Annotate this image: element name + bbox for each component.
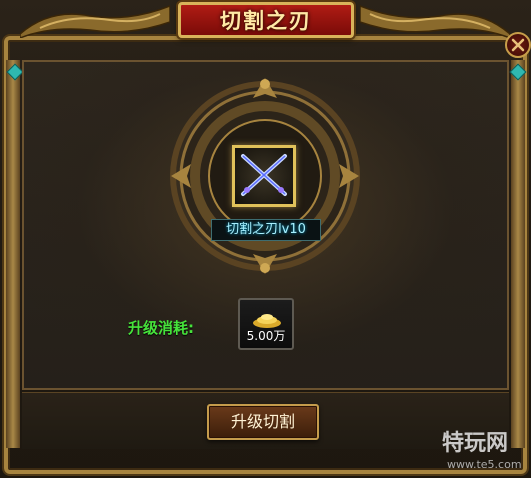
- window-title: 切割之刃: [220, 8, 312, 33]
- gold-coins-icon: [253, 314, 281, 328]
- cost-value: 5.00万: [246, 329, 286, 343]
- watermark-url: www.te5.com: [447, 458, 522, 471]
- skill-upgrade-window: 切割之刃 切割之刃lv10 升级消耗: 5.00万 升级切割 特玩网 www.t…: [0, 0, 531, 478]
- cost-item-slot: 5.00万: [238, 298, 294, 350]
- skill-name-label: 切割之刃lv10: [211, 219, 321, 241]
- title-plate: 切割之刃: [178, 2, 354, 38]
- watermark-logo: 特玩网: [442, 431, 509, 456]
- cost-label: 升级消耗:: [128, 319, 194, 337]
- left-pillar: [6, 60, 20, 448]
- close-button[interactable]: [505, 32, 531, 58]
- dragon-ornament-right: [360, 5, 510, 38]
- crossed-swords-icon: [241, 154, 287, 196]
- dragon-ornament-left: [20, 5, 170, 38]
- right-pillar: [511, 60, 525, 448]
- close-icon: [511, 38, 525, 52]
- upgrade-button[interactable]: 升级切割: [207, 404, 319, 440]
- skill-icon-slot[interactable]: [232, 145, 296, 207]
